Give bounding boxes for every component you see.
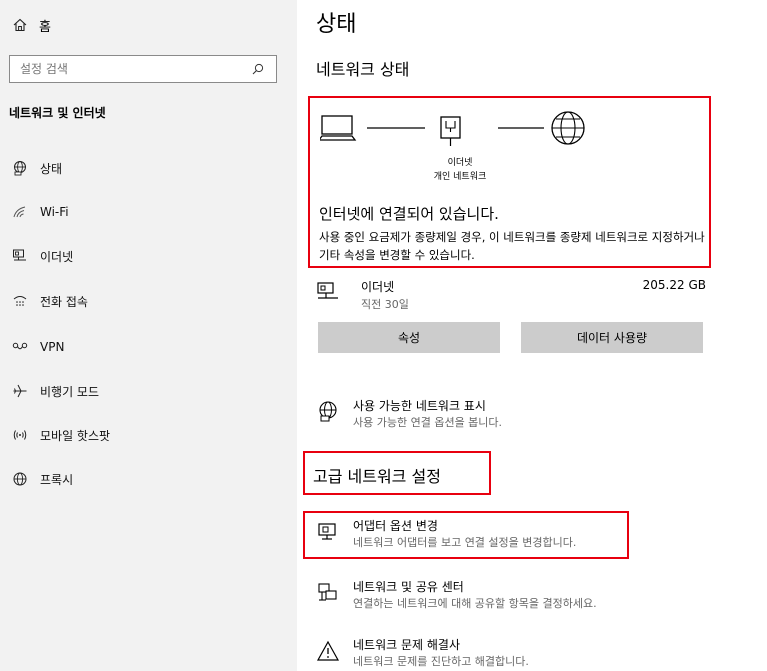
airplane-icon [9, 381, 31, 401]
show-networks-title: 사용 가능한 네트워크 표시 [353, 399, 486, 413]
advanced-settings-highlight: 고급 네트워크 설정 [303, 451, 491, 495]
status-globe-icon [9, 158, 31, 178]
diagram-ethernet-label: 이더넷 [447, 158, 473, 168]
section-title: 네트워크 및 인터넷 [9, 106, 106, 120]
sidebar-item-label: 모바일 핫스팟 [40, 428, 111, 443]
ethernet-name: 이더넷 [361, 280, 395, 294]
data-usage-button[interactable]: 데이터 사용량 [521, 322, 703, 353]
vpn-icon [9, 337, 31, 357]
network-troubleshooter-link[interactable]: 네트워크 문제 해결사 네트워크 문제를 진단하고 해결합니다. [316, 636, 736, 670]
ethernet-usage-row: 이더넷 직전 30일 205.22 GB [316, 278, 706, 314]
network-status-panel: 이더넷 개인 네트워크 인터넷에 연결되어 있습니다. 사용 중인 요금제가 종… [308, 96, 711, 268]
wifi-icon [9, 202, 31, 222]
ethernet-data-size: 205.22 GB [642, 278, 706, 292]
sharing-center-icon [316, 581, 340, 605]
search-input[interactable] [20, 62, 250, 76]
proxy-globe-icon [9, 469, 31, 489]
globe-icon [551, 111, 585, 145]
sidebar-item-hotspot[interactable]: 모바일 핫스팟 [9, 423, 110, 447]
sidebar-item-status[interactable]: 상태 [9, 156, 62, 180]
troubleshooter-sub: 네트워크 문제를 진단하고 해결합니다. [353, 655, 529, 668]
sidebar-item-label: Wi-Fi [40, 205, 69, 219]
sidebar-item-label: 비행기 모드 [40, 384, 100, 399]
adapter-options-title: 어댑터 옵션 변경 [353, 519, 438, 533]
ethernet-period: 직전 30일 [361, 298, 409, 311]
sidebar-item-vpn[interactable]: VPN [9, 335, 64, 359]
adapter-monitor-icon [316, 520, 340, 544]
ethernet-icon [9, 246, 31, 266]
sidebar-item-label: 이더넷 [40, 249, 74, 264]
dialup-icon [9, 291, 31, 311]
sidebar-item-wifi[interactable]: Wi-Fi [9, 200, 69, 224]
laptop-icon [320, 115, 357, 141]
home-icon [9, 18, 31, 32]
adapter-options-sub: 네트워크 어댑터를 보고 연결 설정을 변경합니다. [353, 536, 577, 549]
sidebar-item-ethernet[interactable]: 이더넷 [9, 244, 73, 268]
search-box[interactable] [9, 55, 277, 83]
warning-icon [316, 639, 340, 663]
show-networks-sub: 사용 가능한 연결 옵션을 봅니다. [353, 416, 503, 429]
diagram-network-label: 개인 네트워크 [433, 172, 487, 182]
page-title: 상태 [316, 12, 357, 37]
sharing-center-sub: 연결하는 네트워크에 대해 공유할 항목을 결정하세요. [353, 597, 597, 610]
network-sharing-center-link[interactable]: 네트워크 및 공유 센터 연결하는 네트워크에 대해 공유할 항목을 결정하세요… [316, 578, 736, 612]
sidebar-item-label: 전화 접속 [40, 294, 88, 309]
advanced-network-settings-heading: 고급 네트워크 설정 [313, 467, 441, 486]
diagram-label: 이더넷 개인 네트워크 [408, 156, 512, 184]
ethernet-icon [316, 280, 340, 304]
troubleshooter-title: 네트워크 문제 해결사 [353, 638, 460, 652]
search-icon[interactable] [250, 61, 266, 77]
sidebar-item-airplane[interactable]: 비행기 모드 [9, 379, 99, 403]
hotspot-icon [9, 425, 31, 445]
network-status-heading: 네트워크 상태 [316, 60, 410, 79]
change-adapter-options-link[interactable]: 어댑터 옵션 변경 네트워크 어댑터를 보고 연결 설정을 변경합니다. [316, 517, 736, 551]
home-link[interactable]: 홈 [9, 14, 51, 36]
sidebar-item-dialup[interactable]: 전화 접속 [9, 289, 88, 313]
sidebar-item-label: 상태 [40, 161, 63, 176]
ethernet-port-icon [440, 116, 461, 146]
home-label: 홈 [39, 19, 51, 35]
sidebar: 홈 네트워크 및 인터넷 상태 Wi-Fi 이더넷 전화 접속 [0, 0, 297, 671]
connected-status-text: 인터넷에 연결되어 있습니다. [319, 205, 499, 223]
sidebar-item-proxy[interactable]: 프록시 [9, 467, 73, 491]
main-content: 상태 네트워크 상태 이더넷 개인 네트워크 인터넷에 연결되어 있습니다. 사… [297, 0, 767, 671]
show-available-networks-link[interactable]: 사용 가능한 네트워크 표시 사용 가능한 연결 옵션을 봅니다. [316, 397, 736, 431]
globe-icon [316, 400, 340, 424]
status-description: 사용 중인 요금제가 종량제일 경우, 이 네트워크를 종량제 네트워크로 지정… [319, 230, 705, 262]
properties-button[interactable]: 속성 [318, 322, 500, 353]
sidebar-item-label: 프록시 [40, 472, 74, 487]
sharing-center-title: 네트워크 및 공유 센터 [353, 580, 464, 594]
sidebar-item-label: VPN [40, 340, 65, 354]
